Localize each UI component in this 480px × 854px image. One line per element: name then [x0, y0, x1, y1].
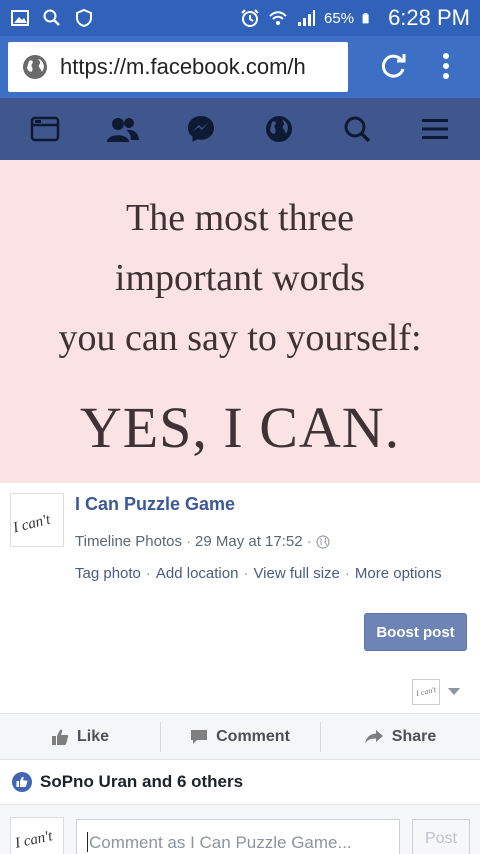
text-caret	[87, 832, 88, 852]
news-feed-tab[interactable]	[25, 109, 65, 149]
page-name-link[interactable]: I Can Puzzle Game	[75, 494, 235, 515]
meta-separator: ·	[186, 533, 191, 550]
overflow-menu-icon[interactable]	[436, 50, 456, 82]
clock: 6:28 PM	[388, 5, 470, 30]
add-location-link[interactable]: Add location	[156, 565, 239, 582]
link-separator: ·	[145, 565, 151, 582]
more-tab[interactable]	[415, 109, 455, 149]
search-icon	[344, 116, 371, 143]
page-mini-avatar: I can't	[412, 679, 440, 705]
like-label: Like	[76, 727, 109, 745]
wifi-icon	[269, 11, 287, 25]
chevron-down-icon	[448, 688, 460, 695]
post-photo[interactable]: The most three important words you can s…	[0, 160, 480, 483]
browser-toolbar: https://m.facebook.com/h	[0, 36, 480, 98]
news-feed-icon	[30, 116, 60, 142]
avatar-text: I can't	[11, 511, 53, 537]
share-button[interactable]: Share	[320, 714, 480, 759]
boost-post-button[interactable]: Boost post	[364, 613, 467, 651]
comment-button[interactable]: Comment	[160, 714, 320, 759]
mini-avatar-text: I can't	[415, 685, 437, 698]
composer-avatar: I can't	[10, 817, 64, 854]
comment-composer: I can't Comment as I Can Puzzle Game... …	[0, 805, 480, 854]
post-details: I can't I Can Puzzle Game Timeline Photo…	[0, 483, 480, 713]
friends-tab[interactable]	[103, 109, 143, 149]
share-label: Share	[391, 727, 437, 745]
gallery-icon	[11, 10, 29, 26]
quote-line-4: YES, I CAN.	[79, 395, 401, 460]
url-bar[interactable]: https://m.facebook.com/h	[8, 42, 348, 92]
quote-line-3: you can say to yourself:	[58, 317, 422, 359]
quote-line-1: The most three	[126, 197, 354, 239]
battery-icon	[362, 13, 369, 24]
post-date[interactable]: 29 May at 17:52	[195, 533, 303, 550]
comment-label: Comment	[216, 727, 290, 745]
page-avatar[interactable]: I can't	[10, 493, 64, 547]
facebook-nav	[0, 98, 480, 160]
quote-line-2: important words	[114, 257, 366, 299]
notifications-tab[interactable]	[259, 109, 299, 149]
view-full-size-link[interactable]: View full size	[253, 565, 339, 582]
more-options-link[interactable]: More options	[355, 565, 442, 582]
site-globe-icon	[23, 55, 47, 79]
status-bar: 65% 6:28 PM	[0, 0, 480, 36]
link-separator: ·	[344, 565, 350, 582]
reaction-names: SoPno Uran and 6 others	[40, 772, 244, 791]
link-separator: ·	[243, 565, 249, 582]
globe-icon	[266, 116, 292, 142]
friends-icon	[107, 118, 139, 142]
battery-percent: 65%	[324, 9, 355, 27]
public-globe-icon	[315, 534, 330, 549]
post-actions: Like Comment Share	[0, 713, 480, 759]
search-tab[interactable]	[337, 109, 377, 149]
page-selector[interactable]: I can't	[412, 679, 468, 705]
menu-icon	[422, 119, 448, 139]
meta-separator: ·	[306, 533, 312, 550]
signal-icon	[298, 10, 316, 26]
url-text: https://m.facebook.com/h	[60, 54, 306, 79]
like-reaction-icon	[12, 772, 32, 792]
composer-avatar-text: I can't	[13, 828, 54, 852]
reactions-summary[interactable]: SoPno Uran and 6 others	[0, 759, 480, 805]
comment-input[interactable]: Comment as I Can Puzzle Game...	[76, 819, 400, 854]
alarm-icon	[241, 9, 259, 27]
tag-photo-link[interactable]: Tag photo	[75, 565, 141, 582]
share-arrow-icon	[364, 729, 383, 744]
thumbs-up-icon	[51, 729, 69, 745]
photo-actions: Tag photo · Add location · View full siz…	[75, 565, 442, 582]
vpn-icon	[76, 8, 92, 28]
post-comment-button[interactable]: Post	[412, 819, 470, 854]
messenger-icon	[188, 116, 214, 142]
album-link[interactable]: Timeline Photos	[75, 533, 182, 550]
comment-icon	[191, 729, 208, 744]
reload-icon[interactable]	[378, 50, 410, 82]
messenger-tab[interactable]	[181, 109, 221, 149]
post-meta: Timeline Photos · 29 May at 17:52 ·	[75, 533, 330, 550]
like-button[interactable]: Like	[0, 714, 160, 759]
search-icon	[43, 9, 60, 26]
comment-placeholder: Comment as I Can Puzzle Game...	[89, 833, 352, 852]
